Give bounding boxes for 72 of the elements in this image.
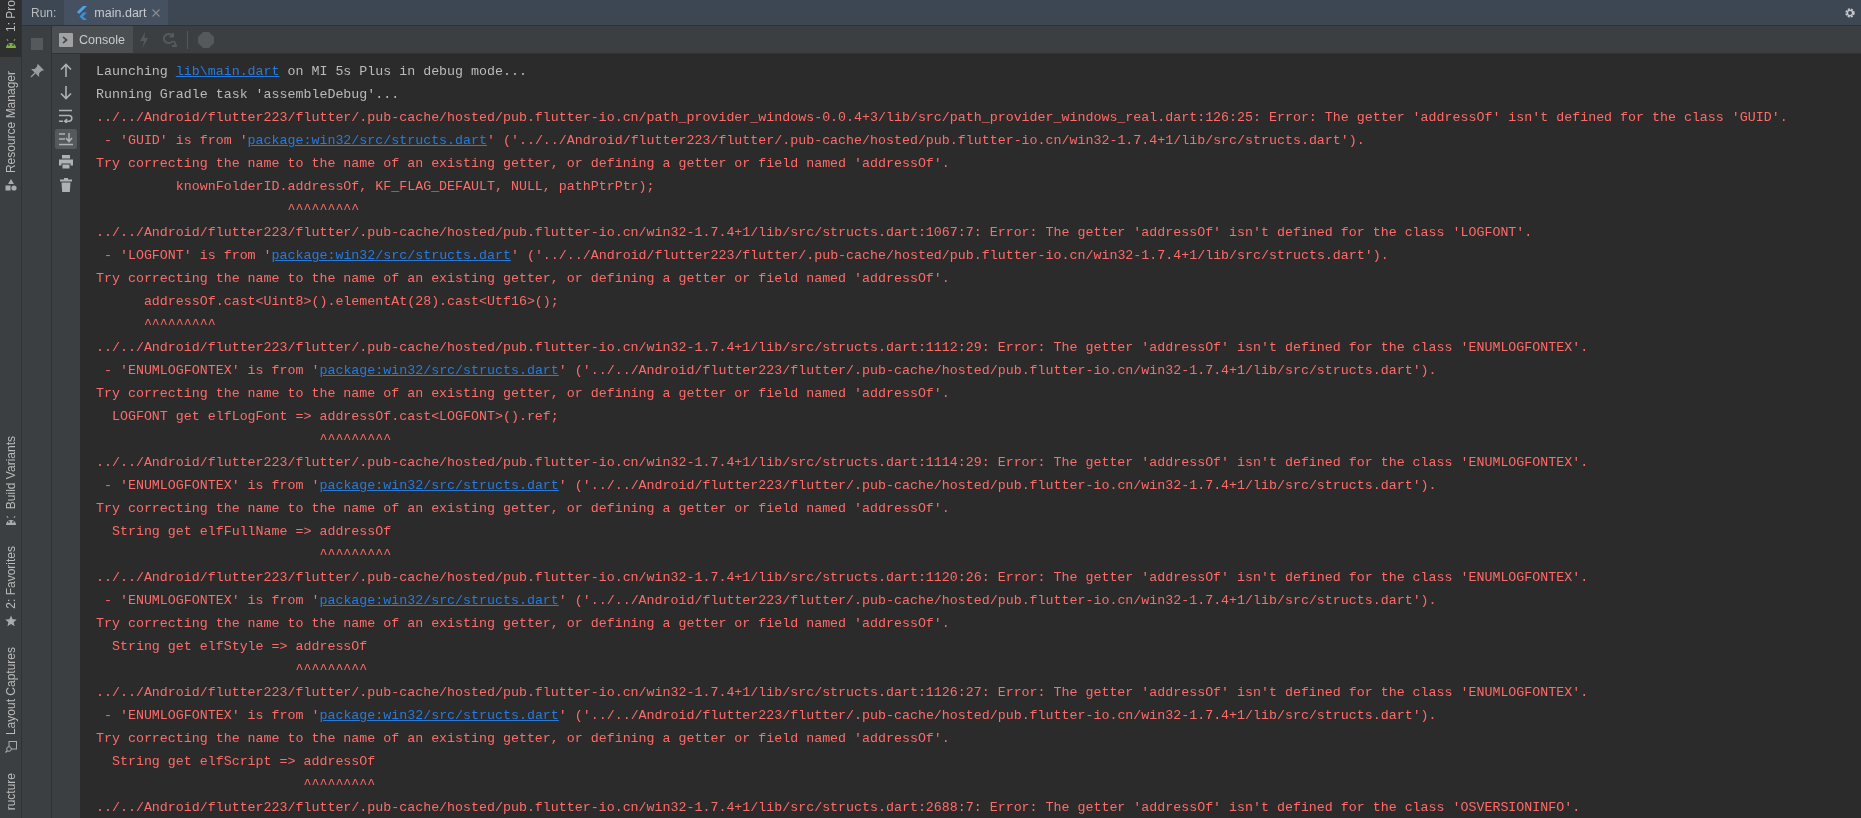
- star-icon: [4, 614, 17, 627]
- file-tab[interactable]: main.dart: [64, 0, 169, 25]
- console-line: ^^^^^^^^^: [318, 546, 393, 564]
- console-line: addressOf.cast<Uint8>().elementAt(28).cast<Utf16>();: [142, 293, 560, 311]
- console-line: ../../Android/flutter223/flutter/.pub-cache/hosted/pub.flutter-io.cn/win32-1.7.4+1/lib/src/structs.dart:2688:7: Error: The getter 'addressOf' isn't defined for the class 'OSVERSIONINFO'.: [96, 799, 1582, 817]
- tool-window-button[interactable]: ructure: [0, 768, 21, 818]
- square-icon: [30, 38, 43, 50]
- file-link[interactable]: lib\main.dart: [175, 64, 280, 79]
- pin-icon: [29, 64, 44, 78]
- console-tab[interactable]: Console: [52, 26, 133, 53]
- console-line: ../../Android/flutter223/flutter/.pub-cache/hosted/pub.flutter-io.cn/win32-1.7.4+1/lib/src/structs.dart:1126:27: Error: The getter 'addressOf' isn't defined for the class 'ENUMLOGFONTEX'.: [96, 684, 1590, 702]
- android-icon: [4, 514, 17, 526]
- console-line: ../../Android/flutter223/flutter/.pub-cache/hosted/pub.flutter-io.cn/win32-1.7.4+1/lib/src/structs.dart:1120:26: Error: The getter 'addressOf' isn't defined for the class 'ENUMLOGFONTEX'.: [96, 569, 1590, 587]
- file-link[interactable]: package:win32/src/structs.dart: [319, 478, 559, 493]
- console-line: ../../Android/flutter223/flutter/.pub-cache/hosted/pub.flutter-io.cn/win32-1.7.4+1/lib/src/structs.dart:1067:7: Error: The getter 'addressOf' isn't defined for the class 'LOGFONT'.: [96, 224, 1534, 242]
- console-line: String get elfScript => addressOf: [110, 753, 377, 771]
- tool-window-button[interactable]: Build Variants: [0, 431, 21, 534]
- rerun-icon: [160, 32, 177, 47]
- console-line: ../../Android/flutter223/flutter/.pub-cache/hosted/pub.flutter-io.cn/win32-1.7.4+1/lib/src/structs.dart:1112:29: Error: The getter 'addressOf' isn't defined for the class 'ENUMLOGFONTEX'.: [96, 339, 1590, 357]
- close-icon[interactable]: [152, 8, 161, 17]
- console-line: Try correcting the name to the name of an existing getter, or defining a getter or field named 'addressOf'.: [96, 270, 951, 288]
- console-line: - 'ENUMLOGFONTEX' is from 'package:win32/src/structs.dart' ('../../Android/flutter223/flutter/.pub-cache/hosted/pub.flutter-io.cn/win32-1.7.4+1/lib/src/structs.dart').: [102, 707, 1438, 725]
- console-line: Try correcting the name to the name of an existing getter, or defining a getter or field named 'addressOf'.: [96, 385, 951, 403]
- tool-window-button[interactable]: Resource Manager: [0, 67, 21, 200]
- shapes-icon: [4, 179, 17, 192]
- console-icon: [59, 32, 73, 47]
- console-line: ../../Android/flutter223/flutter/.pub-cache/hosted/pub.flutter-io.cn/win32-1.7.4+1/lib/src/structs.dart:1114:29: Error: The getter 'addressOf' isn't defined for the class 'ENUMLOGFONTEX'.: [96, 454, 1590, 472]
- run-label: Run:: [30, 5, 58, 20]
- console-line: String get elfStyle => addressOf: [110, 638, 369, 656]
- trash-icon: [60, 178, 72, 192]
- console-line: ^^^^^^^^^: [142, 316, 217, 334]
- console-line: Try correcting the name to the name of an existing getter, or defining a getter or field named 'addressOf'.: [96, 500, 951, 518]
- console-line: - 'ENUMLOGFONTEX' is from 'package:win32/src/structs.dart' ('../../Android/flutter223/flutter/.pub-cache/hosted/pub.flutter-io.cn/win32-1.7.4+1/lib/src/structs.dart').: [102, 477, 1438, 495]
- tool-window-button[interactable]: 2: Favorites: [0, 541, 21, 635]
- console-line: String get elfFullName => addressOf: [110, 523, 393, 541]
- octagon-icon: [197, 31, 214, 48]
- lightning-icon: [138, 31, 149, 48]
- arrow-up-icon: [60, 63, 72, 77]
- console-line: Try correcting the name to the name of an existing getter, or defining a getter or field named 'addressOf'.: [96, 155, 951, 173]
- file-link[interactable]: package:win32/src/structs.dart: [319, 363, 559, 378]
- scroll-to-end-button[interactable]: [55, 129, 77, 149]
- console-line: - 'GUID' is from 'package:win32/src/structs.dart' ('../../Android/flutter223/flutter/.pub-cache/hosted/pub.flutter-io.cn/win32-1.7.4+1/lib/src/structs.dart').: [102, 132, 1366, 150]
- console-line: knownFolderID.addressOf, KF_FLAG_DEFAULT, NULL, pathPtrPtr);: [174, 178, 656, 196]
- tool-window-button[interactable]: Layout Captures: [0, 642, 21, 761]
- console-line: Try correcting the name to the name of an existing getter, or defining a getter or field named 'addressOf'.: [96, 730, 951, 748]
- scroll-end-icon: [59, 132, 73, 146]
- console-line: - 'ENUMLOGFONTEX' is from 'package:win32/src/structs.dart' ('../../Android/flutter223/flutter/.pub-cache/hosted/pub.flutter-io.cn/win32-1.7.4+1/lib/src/structs.dart').: [102, 362, 1438, 380]
- file-link[interactable]: package:win32/src/structs.dart: [319, 593, 559, 608]
- console-line: ^^^^^^^^^: [302, 776, 377, 794]
- settings-icon[interactable]: [1844, 6, 1856, 19]
- console-line: Try correcting the name to the name of an existing getter, or defining a getter or field named 'addressOf'.: [96, 615, 951, 633]
- flutter-icon: [76, 5, 89, 20]
- file-link[interactable]: package:win32/src/structs.dart: [271, 248, 511, 263]
- console-line: - 'LOGFONT' is from 'package:win32/src/structs.dart' ('../../Android/flutter223/flutter/.pub-cache/hosted/pub.flutter-io.cn/win32-1.7.4+1/lib/src/structs.dart').: [102, 247, 1390, 265]
- console-line: ^^^^^^^^^: [318, 431, 393, 449]
- tab-label: main.dart: [94, 5, 147, 20]
- printer-icon: [59, 155, 73, 169]
- tool-window-button[interactable]: 1: Pro: [0, 0, 21, 57]
- console-line: ^^^^^^^^^: [286, 201, 361, 219]
- arrow-down-icon: [60, 86, 72, 100]
- wrap-icon: [59, 109, 73, 123]
- file-link[interactable]: package:win32/src/structs.dart: [319, 708, 559, 723]
- android-icon: [4, 38, 17, 49]
- console-line: - 'ENUMLOGFONTEX' is from 'package:win32/src/structs.dart' ('../../Android/flutter223/flutter/.pub-cache/hosted/pub.flutter-io.cn/win32-1.7.4+1/lib/src/structs.dart').: [102, 592, 1438, 610]
- console-line: ^^^^^^^^^: [294, 661, 369, 679]
- console-line: Launching lib\main.dart on MI 5s Plus in debug mode...: [96, 63, 528, 81]
- file-link[interactable]: package:win32/src/structs.dart: [247, 133, 487, 148]
- magnifier-icon: [4, 740, 17, 753]
- console-line: ../../Android/flutter223/flutter/.pub-cache/hosted/pub.flutter-io.cn/path_provider_windows-0.0.4+3/lib/src/path_provider_windows_real.dart:126:25: Error: The getter 'addressOf' isn't defined for the class 'GUID'.: [96, 109, 1789, 127]
- tab-label: Console: [79, 32, 125, 47]
- console-line: LOGFONT get elfLogFont => addressOf.cast<LOGFONT>().ref;: [110, 408, 560, 426]
- console-line: Running Gradle task 'assembleDebug'...: [96, 86, 401, 104]
